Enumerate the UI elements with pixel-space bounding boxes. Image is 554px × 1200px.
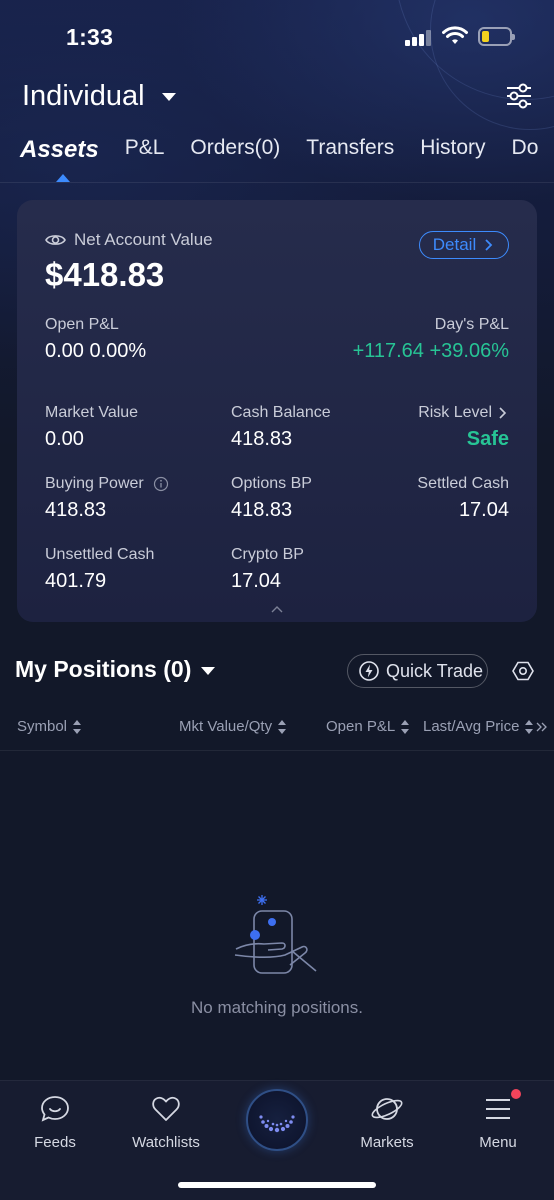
options-bp-value: 418.83 <box>231 499 293 521</box>
account-name: Individual <box>22 79 145 112</box>
positions-title: My Positions (0) <box>15 656 192 682</box>
risk-level-link[interactable]: Risk Level <box>418 404 509 422</box>
smile-logo-icon <box>259 1115 295 1133</box>
market-value-label: Market Value <box>45 404 139 421</box>
sort-icon <box>525 719 534 734</box>
buying-power-label: Buying Power <box>45 475 144 492</box>
open-pl-label: Open P&L <box>45 316 119 333</box>
empty-positions-illustration <box>234 895 317 974</box>
double-chevron-right-icon[interactable] <box>535 721 549 733</box>
sort-icon <box>278 719 287 734</box>
tab-pl[interactable]: P&L <box>125 136 165 168</box>
filter-settings-icon[interactable] <box>505 82 533 110</box>
tab-transfers[interactable]: Transfers <box>306 136 394 168</box>
nav-markets-label: Markets <box>360 1134 414 1151</box>
account-tabs: Assets P&L Orders(0) Transfers History D… <box>20 136 554 168</box>
nav-menu[interactable]: Menu <box>453 1095 543 1151</box>
settled-cash-label: Settled Cash <box>417 475 509 492</box>
chevron-right-icon <box>485 239 493 251</box>
cash-balance-value: 418.83 <box>231 428 293 450</box>
account-summary-card: Net Account Value $418.83 Detail Open P&… <box>17 200 537 622</box>
nav-feeds-label: Feeds <box>34 1134 76 1151</box>
hamburger-icon <box>486 1099 510 1119</box>
column-header-label: Open P&L <box>326 718 396 735</box>
lightning-icon <box>359 661 379 681</box>
heart-icon <box>152 1096 180 1121</box>
settled-cash-value: 17.04 <box>458 499 509 521</box>
market-value: 0.00 <box>45 428 84 450</box>
nav-markets[interactable]: Markets <box>342 1095 432 1151</box>
column-header-mkt-value[interactable]: Mkt Value/Qty <box>179 718 287 735</box>
chevron-right-icon <box>499 407 507 419</box>
nav-menu-label: Menu <box>479 1134 517 1151</box>
tab-documents[interactable]: Do <box>512 136 539 168</box>
buying-power-value: 418.83 <box>45 499 107 521</box>
detail-button-label: Detail <box>432 235 477 254</box>
column-header-label: Last/Avg Price <box>423 718 520 735</box>
settings-icon[interactable] <box>512 660 534 682</box>
column-header-open-pl[interactable]: Open P&L <box>326 718 410 735</box>
unsettled-cash-label: Unsettled Cash <box>45 546 155 563</box>
tab-orders[interactable]: Orders(0) <box>190 136 280 168</box>
nav-trade-center-button[interactable] <box>246 1089 308 1151</box>
nav-watchlists-label: Watchlists <box>132 1134 200 1151</box>
quick-trade-button[interactable]: Quick Trade <box>347 654 488 688</box>
status-bar: 1:33 <box>0 0 554 70</box>
options-bp-label: Options BP <box>231 475 312 492</box>
day-pl-label: Day's P&L <box>434 316 509 333</box>
wifi-icon <box>442 26 468 44</box>
column-header-label: Symbol <box>17 718 68 735</box>
day-pl-value: +117.64 +39.06% <box>352 340 509 362</box>
planet-icon <box>371 1098 403 1120</box>
empty-positions-text: No matching positions. <box>191 998 363 1017</box>
column-header-last-avg-price[interactable]: Last/Avg Price <box>423 718 549 735</box>
caret-down-icon <box>201 666 216 675</box>
active-tab-indicator <box>56 174 70 182</box>
sort-icon <box>401 719 410 734</box>
home-indicator <box>178 1182 376 1188</box>
risk-level-value: Safe <box>466 428 509 450</box>
quick-trade-label: Quick Trade <box>386 660 484 681</box>
tab-history[interactable]: History <box>420 136 485 168</box>
net-account-value-label: Net Account Value <box>74 230 213 249</box>
net-account-value-label-row[interactable]: Net Account Value <box>45 230 213 250</box>
chevron-up-icon[interactable] <box>270 604 284 614</box>
caret-down-icon <box>161 93 176 101</box>
column-header-divider <box>0 750 554 751</box>
info-icon[interactable] <box>153 476 169 492</box>
column-header-label: Mkt Value/Qty <box>179 718 273 735</box>
buying-power-label-row: Buying Power <box>45 475 169 493</box>
battery-icon <box>478 27 515 46</box>
open-pl-value: 0.00 0.00% <box>45 340 147 362</box>
crypto-bp-value: 17.04 <box>231 570 282 592</box>
chat-bubble-icon <box>41 1096 69 1122</box>
cash-balance-label: Cash Balance <box>231 404 331 421</box>
net-account-value: $418.83 <box>45 256 165 293</box>
eye-icon[interactable] <box>45 233 66 247</box>
positions-selector[interactable]: My Positions (0) <box>15 656 216 683</box>
tab-assets[interactable]: Assets <box>20 136 99 168</box>
account-selector[interactable]: Individual <box>22 78 176 114</box>
tab-divider <box>0 182 554 183</box>
risk-level-label: Risk Level <box>418 404 492 421</box>
unsettled-cash-value: 401.79 <box>45 570 107 592</box>
notification-badge <box>511 1089 521 1099</box>
sort-icon <box>73 719 82 734</box>
crypto-bp-label: Crypto BP <box>231 546 304 563</box>
nav-watchlists[interactable]: Watchlists <box>121 1095 211 1151</box>
status-time: 1:33 <box>66 24 114 50</box>
cellular-signal-icon <box>405 30 435 46</box>
detail-button[interactable]: Detail <box>419 231 509 259</box>
nav-feeds[interactable]: Feeds <box>10 1095 100 1151</box>
column-header-symbol[interactable]: Symbol <box>17 718 82 735</box>
